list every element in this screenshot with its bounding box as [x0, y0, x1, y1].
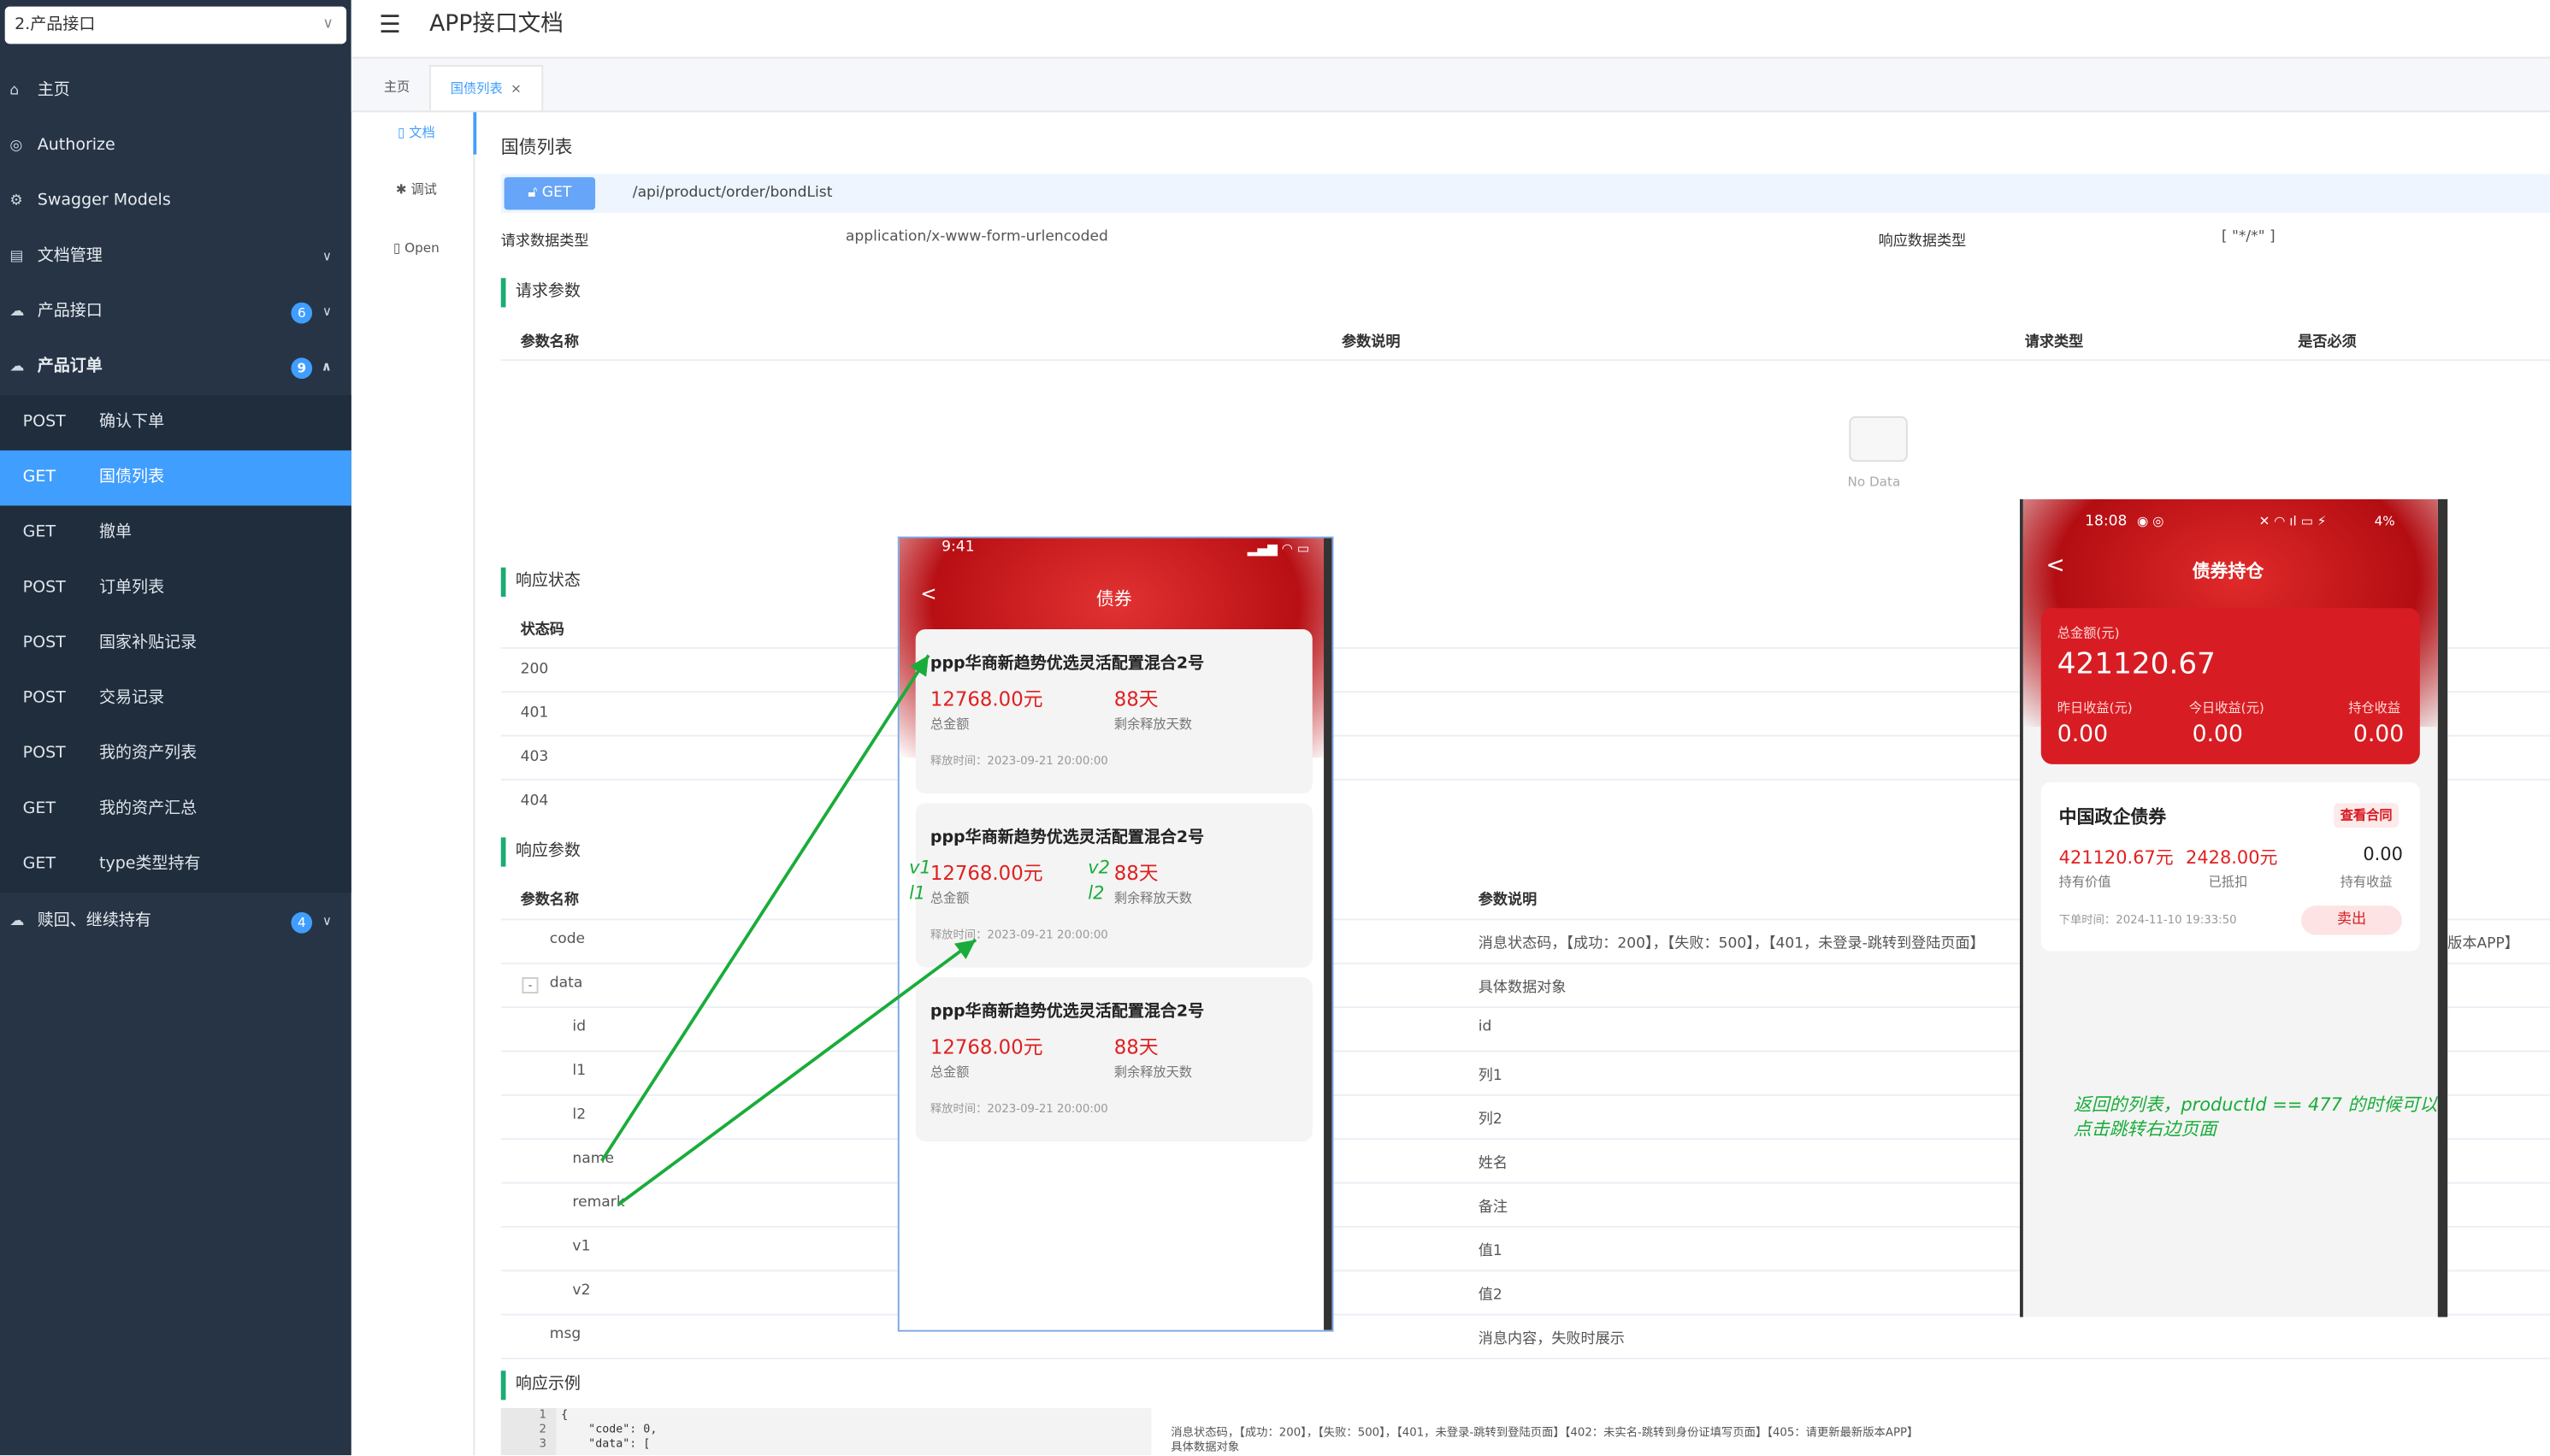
annotation-arrows: [600, 654, 977, 1206]
arrow-remark-to-release: [617, 938, 977, 1206]
page-root: 2.产品接口 ∨ ⌂ 主页 ◎ Authorize ⚙ Swagger Mode…: [0, 0, 2550, 1456]
arrow-name-to-title: [600, 654, 930, 1162]
